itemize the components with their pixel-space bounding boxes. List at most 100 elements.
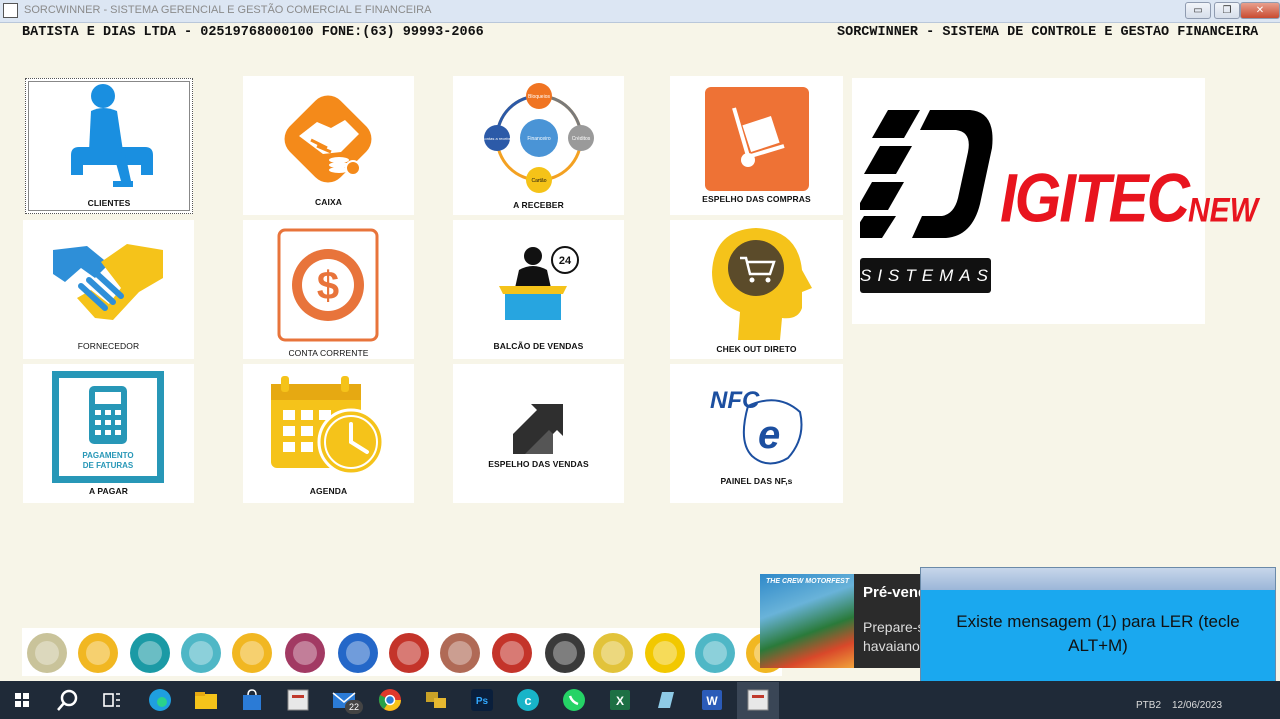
terminal-app-icon[interactable] xyxy=(285,633,325,673)
start-icon[interactable] xyxy=(8,686,36,714)
app-icon-glyph xyxy=(703,641,727,665)
notification-thumbnail: THE CREW MOTORFEST xyxy=(760,574,854,668)
handshake-icon xyxy=(53,244,163,320)
app-icon-glyph xyxy=(346,641,370,665)
game-notification[interactable]: THE CREW MOTORFEST Pré-venda Prepare-se h… xyxy=(760,574,936,668)
chrome-icon[interactable] xyxy=(376,686,404,714)
dollar-coin-icon: $ xyxy=(277,228,379,342)
tile-label: ESPELHO DAS VENDAS xyxy=(488,459,589,469)
mail-badge: 22 xyxy=(345,700,363,714)
close-button[interactable]: ✕ xyxy=(1240,2,1280,19)
digitec-logo-panel: IGITECNEW SISTEMAS xyxy=(852,78,1258,324)
tile-painel-nfs[interactable]: NFC e PAINEL DAS NF,s xyxy=(670,364,843,503)
handshake-coins-icon xyxy=(284,95,372,183)
coupon-app-icon[interactable] xyxy=(593,633,633,673)
lock-app-icon[interactable] xyxy=(27,633,67,673)
trend-arrows-icon xyxy=(513,404,563,454)
message-box-titlebar xyxy=(921,568,1275,590)
receivables-cycle-icon: Bloqueios Créditos Cartão Contas a receb… xyxy=(482,83,594,193)
app-icon-glyph xyxy=(35,641,59,665)
app-icon-glyph xyxy=(240,641,264,665)
svg-text:c: c xyxy=(524,693,531,708)
cycle-label: Cartão xyxy=(531,178,546,184)
box-app-icon[interactable] xyxy=(545,633,585,673)
restore-button[interactable]: ❐ xyxy=(1214,2,1240,19)
nfce-logo-icon: NFC e xyxy=(710,387,803,465)
sales-counter-icon: 24 xyxy=(499,246,579,320)
tile-label: A PAGAR xyxy=(89,486,128,496)
sorcwinner-active-icon[interactable] xyxy=(744,686,772,714)
sorcwinner-app-icon[interactable] xyxy=(284,686,312,714)
language-indicator[interactable]: PTB2 xyxy=(1136,700,1161,711)
taskbar-date: 12/06/2023 xyxy=(1172,700,1223,711)
hours-24-text: 24 xyxy=(559,255,572,267)
notes-app-icon[interactable] xyxy=(130,633,170,673)
logo-word-text: IGITEC xyxy=(1000,159,1190,237)
window-titlebar[interactable]: SORCWINNER - SISTEMA GERENCIAL E GESTÃO … xyxy=(0,0,1280,23)
tile-a-pagar[interactable]: PAGAMENTO DE FATURAS A PAGAR xyxy=(23,364,194,503)
logo-word: IGITECNEW xyxy=(1000,158,1258,237)
tile-a-receber[interactable]: Bloqueios Créditos Cartão Contas a receb… xyxy=(453,76,624,215)
store-icon[interactable] xyxy=(238,686,266,714)
cycle-label: Créditos xyxy=(572,136,591,142)
tile-checkout-direto[interactable]: CHEK OUT DIRETO xyxy=(670,220,843,359)
file-explorer-icon[interactable] xyxy=(192,686,220,714)
tile-label: ESPELHO DAS COMPRAS xyxy=(702,194,811,204)
tile-espelho-vendas[interactable]: ESPELHO DAS VENDAS xyxy=(453,364,624,503)
app-icon-glyph xyxy=(189,641,213,665)
task-view-icon[interactable] xyxy=(98,686,126,714)
tile-balcao-vendas[interactable]: 24 BALCÃO DE VENDAS xyxy=(453,220,624,359)
payment-terminal-icon: PAGAMENTO DE FATURAS xyxy=(52,371,164,483)
whatsapp-icon[interactable] xyxy=(560,686,588,714)
calculator-app-icon[interactable] xyxy=(338,633,378,673)
tile-agenda[interactable]: AGENDA xyxy=(243,364,414,503)
tile-clientes[interactable]: CLIENTES xyxy=(25,78,193,214)
search-icon[interactable] xyxy=(54,686,82,714)
app-icon-glyph xyxy=(553,641,577,665)
notepad-icon[interactable] xyxy=(652,686,680,714)
excel-icon[interactable]: X xyxy=(606,686,634,714)
basket-app-icon[interactable] xyxy=(78,633,118,673)
payment-text: PAGAMENTO xyxy=(82,451,133,460)
client-person-icon xyxy=(71,84,153,187)
notification-body-line: havaiano xyxy=(863,638,920,654)
photoshop-icon[interactable]: Ps xyxy=(468,686,496,714)
lock-closed-app-icon[interactable] xyxy=(645,633,685,673)
tile-label: FORNECEDOR xyxy=(77,341,140,351)
tile-label: A RECEBER xyxy=(513,200,564,210)
app-icon-glyph xyxy=(293,641,317,665)
thumbnail-text: THE CREW MOTORFEST xyxy=(766,578,850,585)
email-app-icon[interactable] xyxy=(492,633,532,673)
app-icon-glyph xyxy=(397,641,421,665)
system-header: SORCWINNER - SISTEMA DE CONTROLE E GESTÃ… xyxy=(837,25,1259,40)
tile-espelho-compras[interactable]: ESPELHO DAS COMPRAS xyxy=(670,76,843,215)
svg-text:$: $ xyxy=(317,264,339,308)
svg-text:W: W xyxy=(706,694,718,708)
edge-icon[interactable] xyxy=(146,686,174,714)
app-icon-glyph xyxy=(138,641,162,665)
hand-truck-icon xyxy=(705,87,809,191)
sync-app-icon[interactable] xyxy=(181,633,221,673)
calendar-clock-icon xyxy=(271,376,385,476)
canva-icon[interactable]: c xyxy=(514,686,542,714)
app-icon-glyph xyxy=(601,641,625,665)
users-app-icon[interactable] xyxy=(389,633,429,673)
digitec-d-logo xyxy=(860,110,993,238)
minimize-button[interactable]: ▭ xyxy=(1185,2,1211,19)
tile-fornecedor[interactable]: FORNECEDOR xyxy=(23,220,194,359)
tile-label: CLIENTES xyxy=(87,198,131,208)
company-header: BATISTA E DIAS LTDA - 02519768000100 FON… xyxy=(22,25,484,40)
folders-icon[interactable] xyxy=(422,686,450,714)
envelope-app-icon[interactable] xyxy=(440,633,480,673)
tile-caixa[interactable]: CAIXA xyxy=(243,76,414,215)
tile-label: CAIXA xyxy=(315,197,342,207)
store-app-icon[interactable] xyxy=(232,633,272,673)
app-icon xyxy=(3,3,18,18)
tile-label: AGENDA xyxy=(309,486,348,496)
app-icon-glyph xyxy=(500,641,524,665)
payment-text: DE FATURAS xyxy=(83,461,134,470)
word-icon[interactable]: W xyxy=(698,686,726,714)
window-title: SORCWINNER - SISTEMA GERENCIAL E GESTÃO … xyxy=(24,4,432,16)
refresh-app-icon[interactable] xyxy=(695,633,735,673)
tile-conta-corrente[interactable]: $ CONTA CORRENTE xyxy=(243,220,414,359)
